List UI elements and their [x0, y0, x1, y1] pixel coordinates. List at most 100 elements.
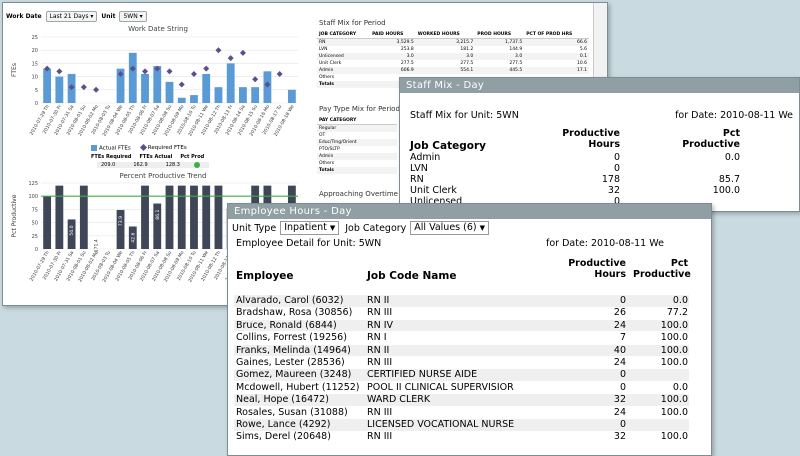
pct-cell: 0.0	[724, 152, 740, 163]
employee-cell: Collins, Forrest (19256)	[236, 332, 347, 344]
table-cell: 66.6	[524, 38, 589, 46]
table-row: OT	[317, 132, 397, 139]
pct-cell: 85.7	[718, 174, 740, 185]
pct-productive-cell: 100.0	[660, 394, 688, 406]
table-cell: Unit Clerk	[319, 61, 342, 66]
required-fte-marker	[80, 84, 87, 91]
dashboard-filters: Work Date Last 21 Days ▾ Unit 5WN ▾	[6, 11, 147, 22]
job-code-cell: RN III	[367, 307, 393, 319]
table-cell: 0.1	[524, 53, 589, 60]
pct-productive-bar	[202, 185, 211, 249]
unit-select[interactable]: 5WN ▾	[119, 11, 147, 22]
table-cell: 1,737.5	[475, 38, 525, 46]
table-cell: Unlicensed	[317, 53, 371, 60]
table-row: Alvarado, Carol (6032) RN II 0 0.0	[234, 295, 689, 307]
job-category-cell: Unit Clerk	[410, 185, 457, 196]
legend-required: Required FTEs	[139, 144, 187, 152]
table-cell: 606.9	[370, 67, 416, 74]
pct-productive-cell: 100.0	[660, 431, 688, 443]
pct-productive-bar	[43, 196, 52, 249]
required-fte-marker	[203, 65, 210, 72]
pct-productive-bar	[190, 185, 198, 249]
col-employee: Employee	[236, 270, 294, 282]
table-cell: Educ/Trng/Orient	[317, 139, 397, 146]
list-item: Admin 0 0.0	[404, 152, 784, 164]
job-code-cell: RN I	[367, 332, 387, 344]
productive-hours-cell: 32	[613, 431, 626, 443]
stat-value-actual: 162.9	[133, 162, 148, 168]
productive-hours-cell: 40	[613, 344, 626, 356]
employee-cell: Sims, Derel (20648)	[236, 431, 331, 443]
hours-cell: 0	[613, 163, 620, 174]
required-fte-marker	[142, 68, 149, 75]
productive-hours-cell: 24	[613, 406, 626, 418]
required-fte-marker	[276, 70, 283, 77]
table-cell: LVN	[319, 47, 328, 52]
table-header: JOB CATEGORY PAID HOURS WORKED HOURS PROD H…	[317, 31, 589, 39]
col-job-category: Job Category	[410, 140, 486, 152]
table-cell: 277.5	[509, 61, 523, 66]
table-row: Rowe, Lance (4292) LICENSED VOCATIONAL N…	[234, 419, 689, 431]
table-row: Admin	[317, 153, 397, 160]
table-row: Rosales, Susan (31088) RN III 24 100.0	[234, 407, 689, 419]
pct-productive-bar	[177, 185, 186, 249]
pct-productive-cell: 0.0	[672, 295, 688, 306]
unit-type-dropdown[interactable]: Inpatient ▼	[280, 221, 340, 235]
unit-label: Unit	[101, 13, 116, 20]
table-row: Neal, Hope (16472) WARD CLERK 32 100.0	[234, 394, 689, 406]
table-row: Educ/Trng/Orient	[317, 139, 397, 146]
job-category-cell: RN	[410, 174, 424, 185]
employee-cell: Neal, Hope (16472)	[236, 394, 329, 406]
job-code-cell: POOL II CLINICAL SUPERVISIOR	[367, 381, 514, 393]
actual-fte-bar	[128, 52, 137, 103]
table-row: Mcdowell, Hubert (11252) POOL II CLINICA…	[234, 382, 689, 394]
job-code-cell: CERTIFIED NURSE AIDE	[367, 369, 478, 381]
productive-hours-cell: 24	[613, 357, 626, 368]
y-tick-label: 25	[32, 35, 38, 41]
fte-legend: Actual FTEs Required FTEs	[91, 144, 187, 152]
table-cell: 17.1	[524, 67, 589, 74]
table-cell: 3,529.5	[370, 38, 416, 46]
table-cell: OT	[319, 133, 326, 138]
actual-fte-bar	[177, 97, 186, 103]
col-productive-hours: Productive Hours	[562, 128, 620, 150]
work-date-select[interactable]: Last 21 Days ▾	[45, 11, 98, 22]
employee-unit-text: Employee Detail for Unit: 5WN	[236, 238, 382, 249]
y-tick-label: 0	[35, 101, 38, 107]
table-row: Gomez, Maureen (3248) CERTIFIED NURSE AI…	[234, 369, 689, 381]
column-header: PAY CATEGORY	[317, 117, 397, 125]
table-cell: RN	[317, 38, 371, 46]
chevron-down-icon: ▼	[479, 224, 485, 232]
productive-hours-cell: 0	[619, 369, 626, 381]
job-category-label: Job Category	[345, 222, 407, 234]
overtime-label: Approaching Overtime - T	[319, 190, 410, 198]
table-cell: 3.0	[370, 53, 416, 60]
y-tick-label: 50	[32, 221, 38, 227]
job-code-cell: WARD CLERK	[367, 394, 431, 406]
stat-header-required: FTEs Required	[91, 154, 132, 160]
employee-cell: Franks, Melinda (14964)	[236, 344, 351, 356]
pct-productive-cell: 100.0	[660, 344, 688, 356]
list-item: RN 178 85.7	[404, 174, 784, 186]
list-item: Unit Clerk 32 100.0	[404, 185, 784, 197]
table-row: Others	[317, 160, 397, 167]
table-row: Totals	[317, 167, 397, 174]
list-item: LVN 0	[404, 163, 784, 175]
col-job-code-name: Job Code Name	[367, 270, 457, 282]
legend-actual: Actual FTEs	[91, 145, 131, 152]
productive-hours-cell: 32	[613, 394, 626, 406]
pct-productive-bar	[55, 185, 64, 249]
column-header: PCT OF PROD HRS	[524, 31, 589, 39]
actual-fte-bar	[287, 89, 296, 103]
job-category-dropdown[interactable]: All Values (6) ▼	[410, 221, 489, 235]
table-cell: Regular	[317, 124, 397, 132]
required-fte-marker	[215, 47, 222, 54]
job-code-cell: LICENSED VOCATIONAL NURSE	[367, 419, 515, 430]
table-cell: 3,215.7	[415, 38, 476, 46]
hours-cell: 32	[607, 185, 620, 196]
pct-cell: 100.0	[712, 185, 740, 196]
y-tick-label: 75	[32, 207, 38, 213]
employee-cell: Rowe, Lance (4292)	[236, 419, 331, 430]
table-row: Unlicensed 3.0 3.0 3.0 0.1	[317, 53, 589, 60]
productive-hours-cell: 0	[619, 295, 626, 306]
